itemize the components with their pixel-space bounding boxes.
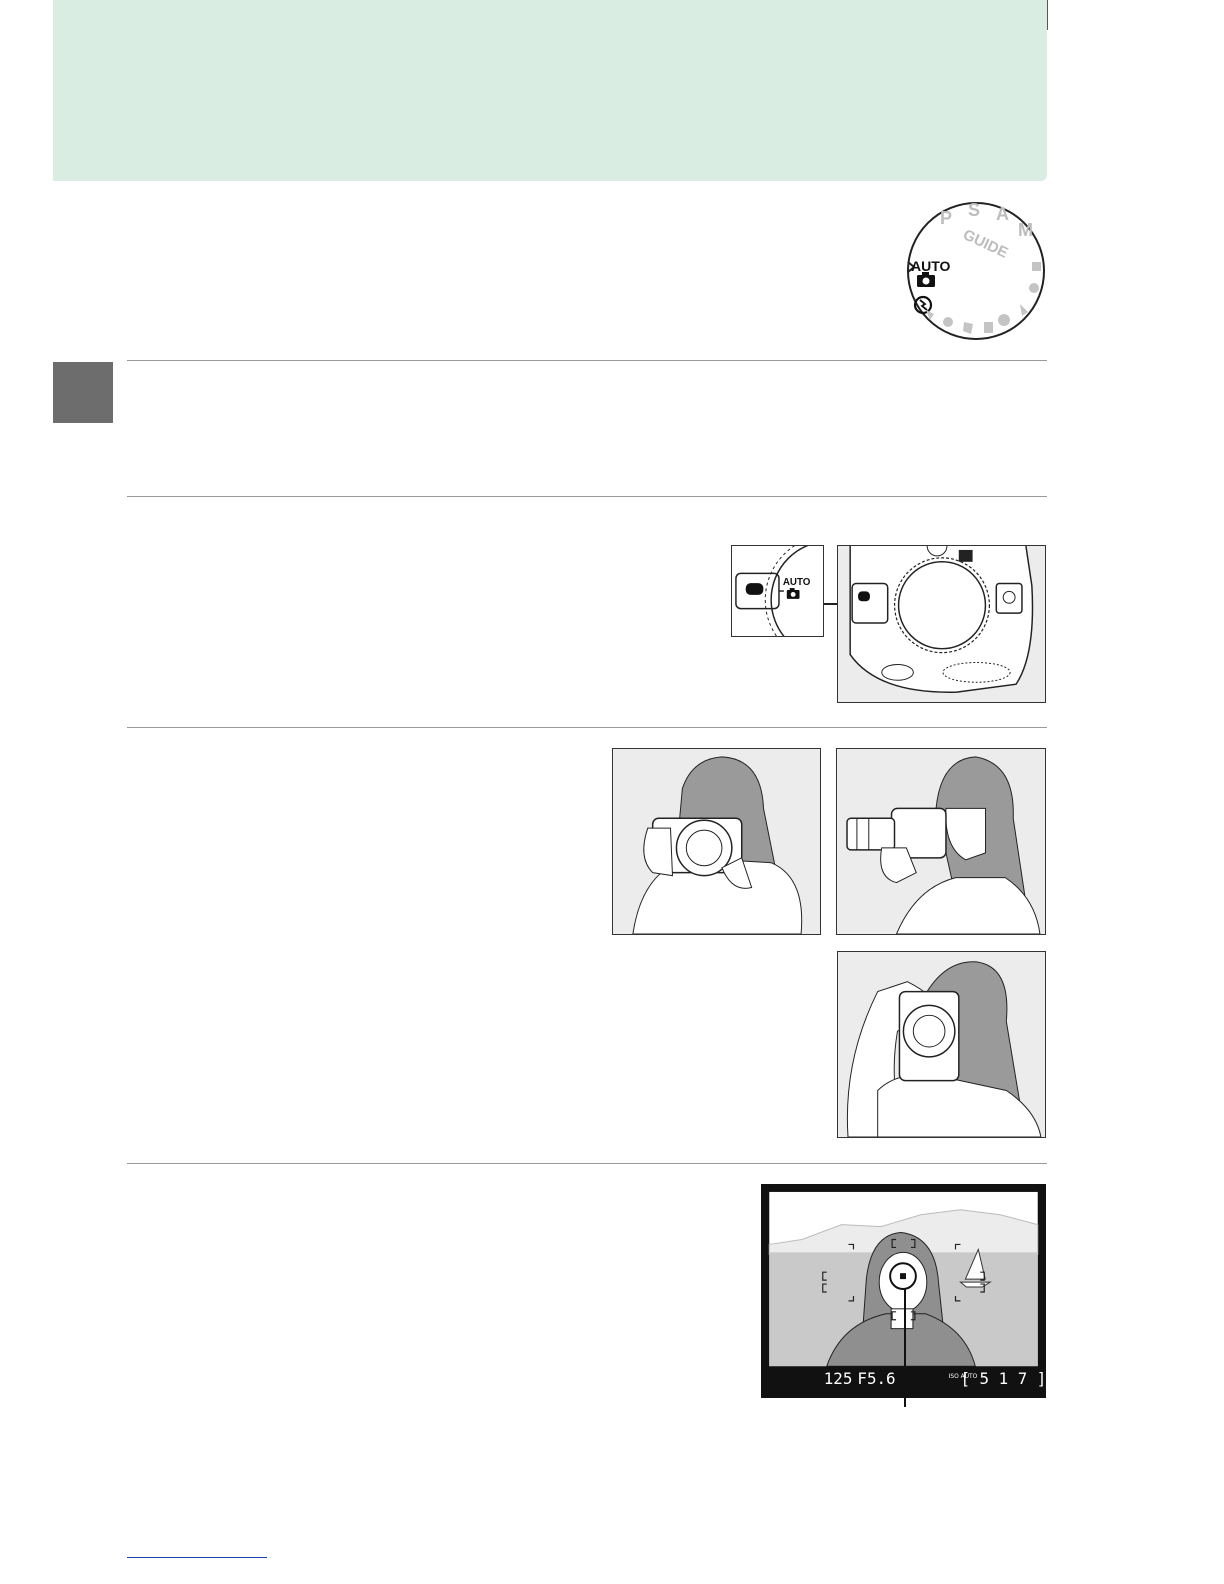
camera-top-svg (838, 546, 1045, 702)
aperture-readout: F5.6 (857, 1369, 895, 1388)
holding-front-svg (632, 756, 803, 934)
holding-vertical-svg (846, 961, 1042, 1137)
holding-camera-vertical-panel (837, 951, 1046, 1138)
page-edge-mark (1047, 0, 1048, 30)
closeup-auto-label: AUTO (783, 577, 811, 588)
mode-dial-illustration: GUIDE P S A M AUTO (896, 198, 1048, 346)
camera-top-panel (837, 545, 1046, 703)
section-rule-4 (127, 1163, 1047, 1164)
dial-closeup-svg: AUTO (735, 546, 823, 636)
dial-closeup-panel: AUTO (731, 545, 824, 637)
mode-letter-a: A (996, 204, 1009, 224)
mode-letter-s: S (968, 200, 980, 220)
mode-letter-p: P (940, 208, 952, 228)
chapter-tab (53, 362, 113, 423)
holding-side-svg (846, 756, 1041, 934)
exposures-remaining-readout: [ 5 1 7 ] (960, 1369, 1045, 1388)
shutter-speed-readout: 125 (824, 1369, 853, 1388)
footer-link-underline[interactable] (127, 1557, 267, 1558)
holding-camera-side-panel (836, 748, 1046, 935)
mode-dial-svg: GUIDE P S A M AUTO (907, 200, 1045, 340)
auto-label: AUTO (911, 258, 951, 274)
callout-line (824, 603, 838, 605)
section-rule-2 (127, 496, 1047, 497)
holding-camera-front-panel (612, 748, 821, 935)
section-rule-3 (127, 727, 1047, 728)
header-band (53, 0, 1047, 181)
focus-point-callout-line (904, 1289, 906, 1407)
mode-letter-m: M (1018, 220, 1033, 240)
section-rule-1 (127, 360, 1047, 361)
